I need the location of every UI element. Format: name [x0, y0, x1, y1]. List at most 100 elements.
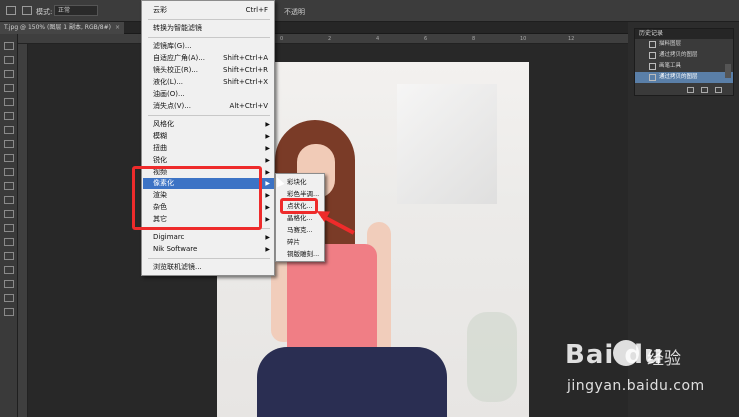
- quick-select-tool-icon[interactable]: [4, 84, 14, 92]
- ruler-tick: 4: [376, 36, 380, 42]
- eraser-tool-icon[interactable]: [4, 182, 14, 190]
- tool-preset-icon[interactable]: [6, 6, 16, 15]
- menu-item-blur[interactable]: 模糊 ▶: [143, 131, 274, 142]
- ruler-tick: 2: [328, 36, 332, 42]
- menu-separator: [148, 19, 270, 20]
- menu-item-lens-correction[interactable]: 镜头校正(R)... Shift+Ctrl+R: [143, 65, 274, 76]
- menu-item-sharpen[interactable]: 锐化 ▶: [143, 155, 274, 166]
- move-tool-icon[interactable]: [4, 42, 14, 50]
- menu-item-filter-gallery[interactable]: 滤镜库(G)...: [143, 41, 274, 52]
- chevron-right-icon: ▶: [265, 246, 270, 253]
- blur-tool-icon[interactable]: [4, 210, 14, 218]
- menu-item-liquify[interactable]: 液化(L)... Shift+Ctrl+X: [143, 77, 274, 88]
- chevron-right-icon: ▶: [265, 180, 270, 187]
- chevron-right-icon: ▶: [265, 192, 270, 199]
- chevron-right-icon: ▶: [265, 133, 270, 140]
- path-select-tool-icon[interactable]: [4, 266, 14, 274]
- history-panel-footer: [635, 85, 733, 95]
- history-item-selected[interactable]: 通过拷贝的图层: [635, 72, 733, 83]
- history-item[interactable]: 描料图层: [635, 39, 733, 50]
- menu-separator: [148, 258, 270, 259]
- brush-icon: [649, 63, 656, 70]
- history-brush-tool-icon[interactable]: [4, 168, 14, 176]
- history-item-label: 通过拷贝的图层: [659, 52, 698, 58]
- photo-plant: [467, 312, 517, 402]
- chevron-right-icon: ▶: [265, 121, 270, 128]
- hand-tool-icon[interactable]: [4, 294, 14, 302]
- document-tab[interactable]: T.jpg @ 150% (图层 1 副本, RGB/8#) ×: [0, 22, 124, 34]
- menu-separator: [148, 115, 270, 116]
- pen-tool-icon[interactable]: [4, 238, 14, 246]
- eyedropper-tool-icon[interactable]: [4, 112, 14, 120]
- dodge-tool-icon[interactable]: [4, 224, 14, 232]
- tools-panel: [0, 34, 18, 417]
- chevron-right-icon: ▶: [265, 204, 270, 211]
- healing-tool-icon[interactable]: [4, 126, 14, 134]
- canvas-area[interactable]: [28, 44, 628, 417]
- watermark-cn: 经验: [647, 349, 681, 369]
- ruler-tick: 8: [472, 36, 476, 42]
- trash-icon[interactable]: [715, 87, 722, 93]
- gradient-tool-icon[interactable]: [4, 196, 14, 204]
- menu-item-nik-software[interactable]: Nik Software ▶: [143, 244, 274, 255]
- new-document-from-state-icon[interactable]: [687, 87, 694, 93]
- stamp-tool-icon[interactable]: [4, 154, 14, 162]
- chevron-right-icon: ▶: [265, 157, 270, 164]
- menu-separator: [148, 37, 270, 38]
- brush-tool-icon[interactable]: [4, 140, 14, 148]
- watermark-url: jingyan.baidu.com: [567, 378, 705, 394]
- photoshop-window: 模式: 正常 不透明 T.jpg @ 150% (图层 1 副本, RGB/8#…: [0, 0, 739, 417]
- chevron-right-icon: ▶: [265, 169, 270, 176]
- annotation-box-pointillize: [280, 198, 318, 214]
- menu-item-stylize[interactable]: 风格化 ▶: [143, 119, 274, 130]
- history-panel: 历史记录 描料图层 通过拷贝的图层 画笔工具 通过拷贝的图层: [634, 28, 734, 96]
- menu-item-clouds[interactable]: 云彩 Ctrl+F: [143, 5, 274, 16]
- menu-item-convert-smart-filter[interactable]: 转换为智能滤镜: [143, 23, 274, 34]
- ruler-tick: 10: [520, 36, 527, 42]
- brush-preset-icon[interactable]: [22, 6, 32, 15]
- layer-icon: [649, 41, 656, 48]
- menu-item-oil-paint[interactable]: 油画(O)...: [143, 89, 274, 100]
- shape-tool-icon[interactable]: [4, 280, 14, 288]
- history-scrollbar[interactable]: [725, 64, 731, 78]
- menu-item-vanishing-point[interactable]: 消失点(V)... Alt+Ctrl+V: [143, 101, 274, 112]
- zoom-tool-icon[interactable]: [4, 308, 14, 316]
- history-item[interactable]: 通过拷贝的图层: [635, 50, 733, 61]
- crop-tool-icon[interactable]: [4, 98, 14, 106]
- mode-label: 模式:: [36, 8, 53, 16]
- submenu-item-mezzotint[interactable]: 铜版雕刻...: [277, 249, 325, 260]
- mode-select[interactable]: 正常: [54, 5, 98, 16]
- options-bar: 模式: 正常 不透明: [0, 0, 739, 22]
- marquee-tool-icon[interactable]: [4, 56, 14, 64]
- baidu-watermark: Bai du 经验 jingyan.baidu.com: [565, 336, 735, 408]
- opacity-label: 不透明: [284, 8, 305, 16]
- photo-window: [397, 84, 497, 204]
- type-tool-icon[interactable]: [4, 252, 14, 260]
- menu-item-browse-filters-online[interactable]: 浏览联机滤镜...: [143, 262, 274, 273]
- ruler-vertical[interactable]: [18, 44, 28, 417]
- history-item-label: 通过拷贝的图层: [659, 74, 698, 80]
- lasso-tool-icon[interactable]: [4, 70, 14, 78]
- ruler-tick: 6: [424, 36, 428, 42]
- baidu-paw-icon: [613, 340, 639, 366]
- ruler-tick: 0: [280, 36, 284, 42]
- history-item-label: 画笔工具: [659, 63, 682, 69]
- chevron-right-icon: ▶: [265, 145, 270, 152]
- menu-item-digimarc[interactable]: Digimarc ▶: [143, 232, 274, 243]
- annotation-box-pixelate-group: [132, 166, 262, 230]
- camera-icon[interactable]: [701, 87, 708, 93]
- filter-menu: 云彩 Ctrl+F 转换为智能滤镜 滤镜库(G)... 自适应广角(A)... Sh…: [141, 0, 275, 276]
- layer-icon: [649, 52, 656, 59]
- close-icon[interactable]: ×: [115, 24, 120, 31]
- menu-item-adaptive-wide-angle[interactable]: 自适应广角(A)... Shift+Ctrl+A: [143, 53, 274, 64]
- history-panel-title[interactable]: 历史记录: [635, 29, 733, 39]
- menu-item-distort[interactable]: 扭曲 ▶: [143, 143, 274, 154]
- history-item-label: 描料图层: [659, 41, 682, 47]
- history-item[interactable]: 画笔工具: [635, 61, 733, 72]
- ruler-horizontal[interactable]: 0 2 4 6 8 10 12: [18, 34, 628, 44]
- submenu-item-fragment[interactable]: 碎片: [277, 237, 325, 248]
- ruler-tick: 12: [568, 36, 575, 42]
- photo-jeans: [257, 347, 447, 417]
- document-tab-title: T.jpg @ 150% (图层 1 副本, RGB/8#): [4, 24, 111, 31]
- submenu-item-mosaic[interactable]: 马赛克...: [277, 225, 325, 236]
